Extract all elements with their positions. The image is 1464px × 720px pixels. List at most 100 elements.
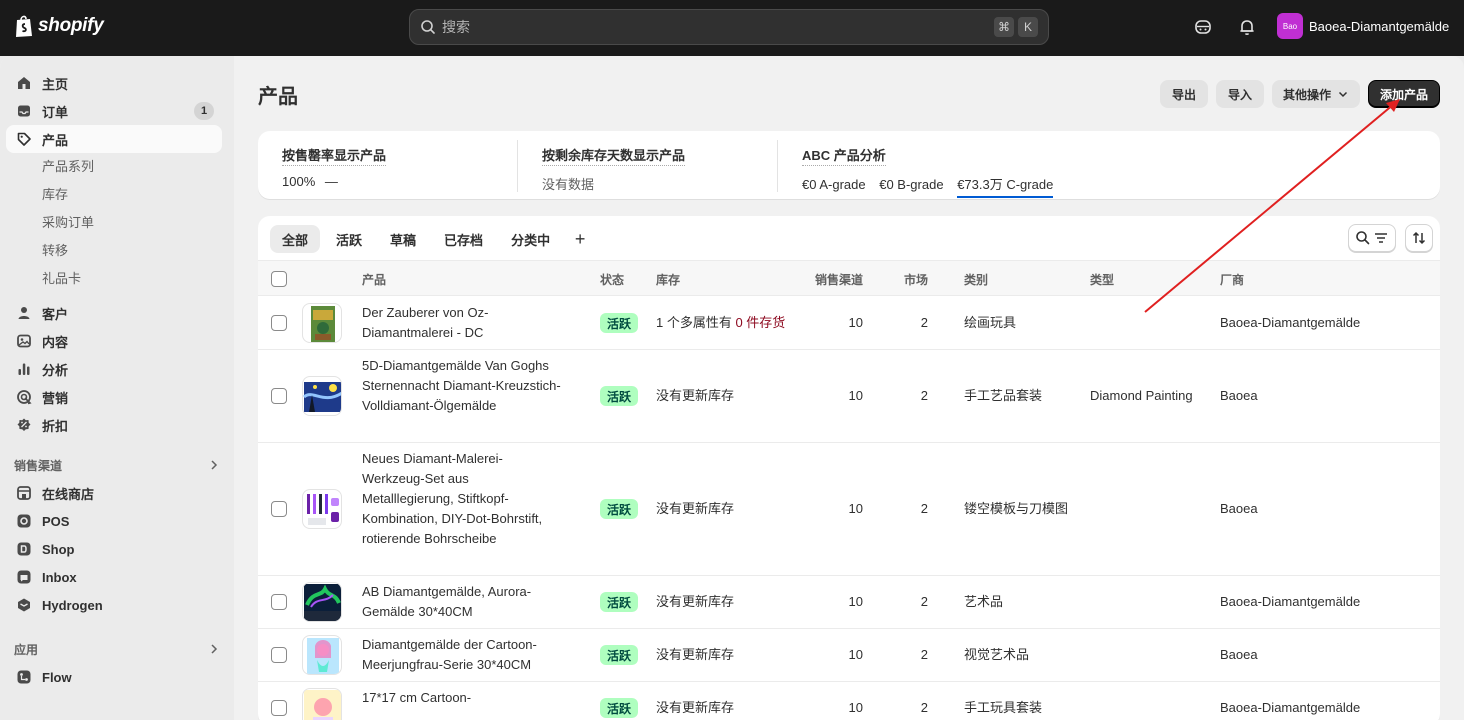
select-all-checkbox[interactable] xyxy=(271,271,287,287)
sidebar-item-inbox[interactable]: Inbox xyxy=(6,563,222,591)
row-checkbox[interactable] xyxy=(271,388,287,404)
abc-grades: €0 A-grade €0 B-grade €73.3万 C-grade xyxy=(802,174,1202,198)
store-icon xyxy=(16,485,32,501)
inventory-cell: 没有更新库存 xyxy=(656,698,734,718)
product-name[interactable]: Diamantgemälde der Cartoon-Meerjungfrau-… xyxy=(362,635,562,675)
tab-all[interactable]: 全部 xyxy=(270,225,321,253)
store-name: Baoea-Diamantgemälde xyxy=(1309,18,1450,34)
table-row[interactable]: Der Zauberer von Oz-Diamantmalerei - DC … xyxy=(258,297,1440,350)
inventory-text: 没有更新库存 xyxy=(656,594,735,609)
sidebar-sub-gift-cards[interactable]: 礼品卡 xyxy=(42,265,81,289)
sidebar-item-flow[interactable]: Flow xyxy=(6,663,222,691)
analytics-card: 按售罄率显示产品 100% — 按剩余库存天数显示产品 没有数据 ABC 产品分… xyxy=(258,131,1440,199)
grade-a[interactable]: €0 A-grade xyxy=(802,177,866,192)
sidebar-item-orders[interactable]: 订单 1 xyxy=(6,97,222,125)
sidebar-item-home[interactable]: 主页 xyxy=(6,69,222,97)
add-view-button[interactable]: + xyxy=(566,225,594,253)
status-badge: 活跃 xyxy=(600,698,639,718)
product-thumbnail xyxy=(302,376,342,416)
sidebar-item-online-store[interactable]: 在线商店 xyxy=(6,479,222,507)
search-input[interactable] xyxy=(442,19,990,35)
col-status[interactable]: 状态 xyxy=(600,271,624,288)
sidebar-item-hydrogen[interactable]: Hydrogen xyxy=(6,591,222,619)
more-actions-label: 其他操作 xyxy=(1282,87,1331,102)
search-icon xyxy=(421,20,435,34)
sidebar-item-content[interactable]: 内容 xyxy=(6,327,222,355)
sidebar-item-analytics[interactable]: 分析 xyxy=(6,355,222,383)
shop-icon xyxy=(16,541,32,557)
sidebar-item-customers[interactable]: 客户 xyxy=(6,299,222,327)
row-checkbox[interactable] xyxy=(271,315,287,331)
export-button[interactable]: 导出 xyxy=(1160,80,1208,108)
inbox-icon xyxy=(16,103,32,119)
pos-icon xyxy=(16,513,32,529)
col-product[interactable]: 产品 xyxy=(362,271,386,288)
product-name[interactable]: Neues Diamant-Malerei-Werkzeug-Set aus M… xyxy=(362,449,562,549)
grade-c[interactable]: €73.3万 C-grade xyxy=(957,174,1054,198)
row-checkbox[interactable] xyxy=(271,700,287,716)
add-product-button[interactable]: 添加产品 xyxy=(1368,80,1440,108)
markets-count: 2 xyxy=(920,388,928,403)
table-row[interactable]: 5D-Diamantgemälde Van Goghs Sternennacht… xyxy=(258,350,1440,443)
tab-active[interactable]: 活跃 xyxy=(324,225,374,253)
product-name[interactable]: 5D-Diamantgemälde Van Goghs Sternennacht… xyxy=(362,356,562,416)
sidebar-sub-collections[interactable]: 产品系列 xyxy=(42,153,94,177)
table-row[interactable]: AB Diamantgemälde, Aurora-Gemälde 30*40C… xyxy=(258,576,1440,629)
vendor-cell: Baoea-Diamantgemälde xyxy=(1220,594,1361,609)
status-badge: 活跃 xyxy=(600,313,639,333)
inventory-text: 没有更新库存 xyxy=(656,700,735,715)
category-cell: 手工玩具套装 xyxy=(964,700,1043,715)
sales-channels-header[interactable]: 销售渠道 xyxy=(14,455,220,475)
grade-b[interactable]: €0 B-grade xyxy=(879,177,943,192)
filter-icon xyxy=(1375,233,1387,243)
hydrogen-icon xyxy=(16,597,32,613)
sidebar-item-products[interactable]: 产品 xyxy=(6,125,222,153)
tab-draft[interactable]: 草稿 xyxy=(378,225,428,253)
days-left-value: 没有数据 xyxy=(542,177,595,192)
col-channels[interactable]: 销售渠道 xyxy=(815,271,863,288)
table-row[interactable]: 17*17 cm Cartoon- 活跃 没有更新库存 10 2 手工玩具套装 … xyxy=(258,682,1440,720)
abc-analysis-stat[interactable]: ABC 产品分析 €0 A-grade €0 B-grade €73.3万 C-… xyxy=(802,131,1202,199)
search-filter-button[interactable] xyxy=(1348,224,1396,252)
category-cell: 手工艺品套装 xyxy=(964,388,1043,403)
product-name[interactable]: Der Zauberer von Oz-Diamantmalerei - DC xyxy=(362,303,562,343)
sales-channels-title: 销售渠道 xyxy=(14,458,63,473)
sidebar-item-marketing[interactable]: 营销 xyxy=(6,383,222,411)
row-checkbox[interactable] xyxy=(271,647,287,663)
import-button[interactable]: 导入 xyxy=(1216,80,1264,108)
product-name[interactable]: 17*17 cm Cartoon- xyxy=(362,688,562,708)
bell-icon[interactable] xyxy=(1237,17,1257,37)
col-inventory[interactable]: 库存 xyxy=(656,271,680,288)
tab-categorizing[interactable]: 分类中 xyxy=(499,225,562,253)
tab-archived[interactable]: 已存档 xyxy=(432,225,495,253)
table-row[interactable]: Diamantgemälde der Cartoon-Meerjungfrau-… xyxy=(258,629,1440,682)
product-name[interactable]: AB Diamantgemälde, Aurora-Gemälde 30*40C… xyxy=(362,582,562,622)
sort-button[interactable] xyxy=(1405,224,1433,252)
store-menu-button[interactable]: Bao Baoea-Diamantgemälde xyxy=(1277,13,1449,39)
shopify-bag-icon xyxy=(16,15,32,37)
col-category[interactable]: 类别 xyxy=(964,271,988,288)
apps-header[interactable]: 应用 xyxy=(14,639,220,659)
tag-icon xyxy=(16,131,32,147)
col-vendor[interactable]: 厂商 xyxy=(1220,271,1244,288)
apps-title: 应用 xyxy=(14,642,39,657)
sidebar-item-pos[interactable]: POS xyxy=(6,507,222,535)
sidekick-icon[interactable] xyxy=(1193,17,1213,37)
sidebar-item-shop[interactable]: Shop xyxy=(6,535,222,563)
table-row[interactable]: Neues Diamant-Malerei-Werkzeug-Set aus M… xyxy=(258,443,1440,576)
sell-through-stat[interactable]: 按售罄率显示产品 100% — xyxy=(282,131,512,199)
sidebar-sub-inventory[interactable]: 库存 xyxy=(42,181,68,205)
shopify-logo[interactable]: shopify xyxy=(14,14,104,38)
search-bar[interactable]: ⌘ K xyxy=(409,9,1049,45)
col-type[interactable]: 类型 xyxy=(1090,271,1114,288)
sidebar-sub-transfers[interactable]: 转移 xyxy=(42,237,68,261)
row-checkbox[interactable] xyxy=(271,594,287,610)
more-actions-button[interactable]: 其他操作 xyxy=(1272,80,1360,108)
sidebar-item-discounts[interactable]: 折扣 xyxy=(6,411,222,439)
sidebar-sub-purchase-orders[interactable]: 采购订单 xyxy=(42,209,94,233)
col-markets[interactable]: 市场 xyxy=(904,271,928,288)
days-left-stat[interactable]: 按剩余库存天数显示产品 没有数据 xyxy=(542,131,772,199)
product-thumbnail xyxy=(302,489,342,529)
vendor-cell: Baoea xyxy=(1220,501,1258,516)
row-checkbox[interactable] xyxy=(271,501,287,517)
